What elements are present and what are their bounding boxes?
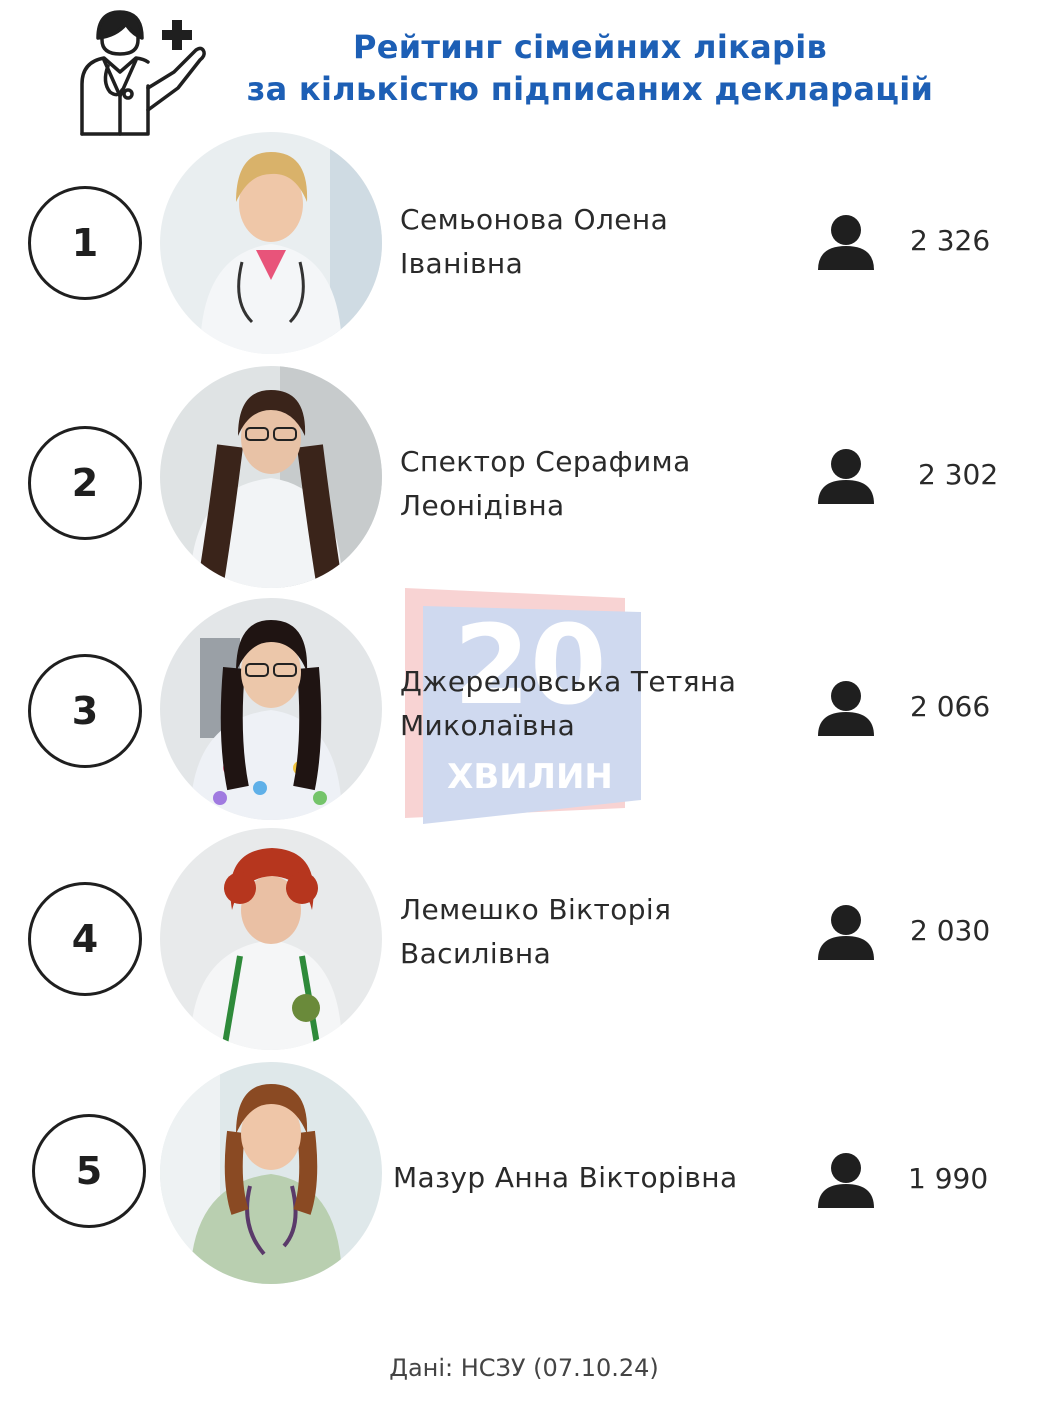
doctor-photo bbox=[160, 132, 382, 354]
rank-badge: 4 bbox=[28, 882, 142, 996]
person-icon bbox=[818, 681, 874, 736]
doctor-portrait-4 bbox=[160, 828, 382, 1050]
doctor-portrait-5 bbox=[160, 1062, 382, 1284]
doctor-patronymic: Миколаївна bbox=[400, 709, 576, 742]
person-icon bbox=[818, 215, 874, 270]
doctor-surname: Лемешко Вікторія bbox=[400, 893, 672, 926]
title-line-2: за кількістю підписаних декларацій bbox=[246, 70, 934, 108]
doctor-name: Мазур Анна Вікторівна bbox=[393, 1156, 813, 1200]
doctor-portrait-1 bbox=[160, 132, 382, 354]
rank-badge: 3 bbox=[28, 654, 142, 768]
rank-badge: 2 bbox=[28, 426, 142, 540]
doctor-photo bbox=[160, 366, 382, 588]
person-icon bbox=[818, 905, 874, 960]
title-line-1: Рейтинг сімейних лікарів bbox=[352, 28, 828, 66]
doctor-patronymic: Леонідівна bbox=[400, 489, 565, 522]
doctor-photo bbox=[160, 1062, 382, 1284]
declaration-count: 2 302 bbox=[918, 458, 999, 491]
person-icon bbox=[818, 1153, 874, 1208]
doctor-photo bbox=[160, 828, 382, 1050]
declaration-count: 2 066 bbox=[910, 690, 991, 723]
doctor-surname: Джереловська Тетяна bbox=[400, 665, 737, 698]
rank-badge: 1 bbox=[28, 186, 142, 300]
rank-badge: 5 bbox=[32, 1114, 146, 1228]
data-source: Дані: НСЗУ (07.10.24) bbox=[389, 1354, 659, 1382]
doctor-surname: Мазур Анна Вікторівна bbox=[393, 1161, 738, 1194]
doctor-name: Семьонова Олена Іванівна bbox=[400, 198, 800, 286]
doctor-row: 2 Спектор Серафима Леонідівна 2 302 bbox=[0, 364, 1048, 594]
doctor-name: Джереловська Тетяна Миколаївна bbox=[400, 660, 800, 748]
doctor-row: 4 Лемешко Вікторія Василівна 2 030 bbox=[0, 828, 1048, 1058]
doctor-patronymic: Іванівна bbox=[400, 247, 524, 280]
doctor-row: 1 Семьонова Олена Іванівна 2 326 bbox=[0, 128, 1048, 358]
doctor-surname: Спектор Серафима bbox=[400, 445, 691, 478]
doctor-name: Спектор Серафима Леонідівна bbox=[400, 440, 800, 528]
declaration-count: 2 030 bbox=[910, 914, 991, 947]
doctor-patronymic: Василівна bbox=[400, 937, 552, 970]
doctor-photo bbox=[160, 598, 382, 820]
doctor-row: 3 Джереловська Тетяна Миколаївна 2 066 bbox=[0, 596, 1048, 826]
declaration-count: 1 990 bbox=[908, 1162, 989, 1195]
doctor-row: 5 Мазур Анна Вікторівна 1 990 bbox=[0, 1062, 1048, 1292]
person-icon bbox=[818, 449, 874, 504]
doctor-portrait-3 bbox=[160, 598, 382, 820]
page-title: Рейтинг сімейних лікарів за кількістю пі… bbox=[180, 26, 1000, 110]
doctor-surname: Семьонова Олена bbox=[400, 203, 669, 236]
doctor-name: Лемешко Вікторія Василівна bbox=[400, 888, 800, 976]
doctor-portrait-2 bbox=[160, 366, 382, 588]
declaration-count: 2 326 bbox=[910, 224, 991, 257]
